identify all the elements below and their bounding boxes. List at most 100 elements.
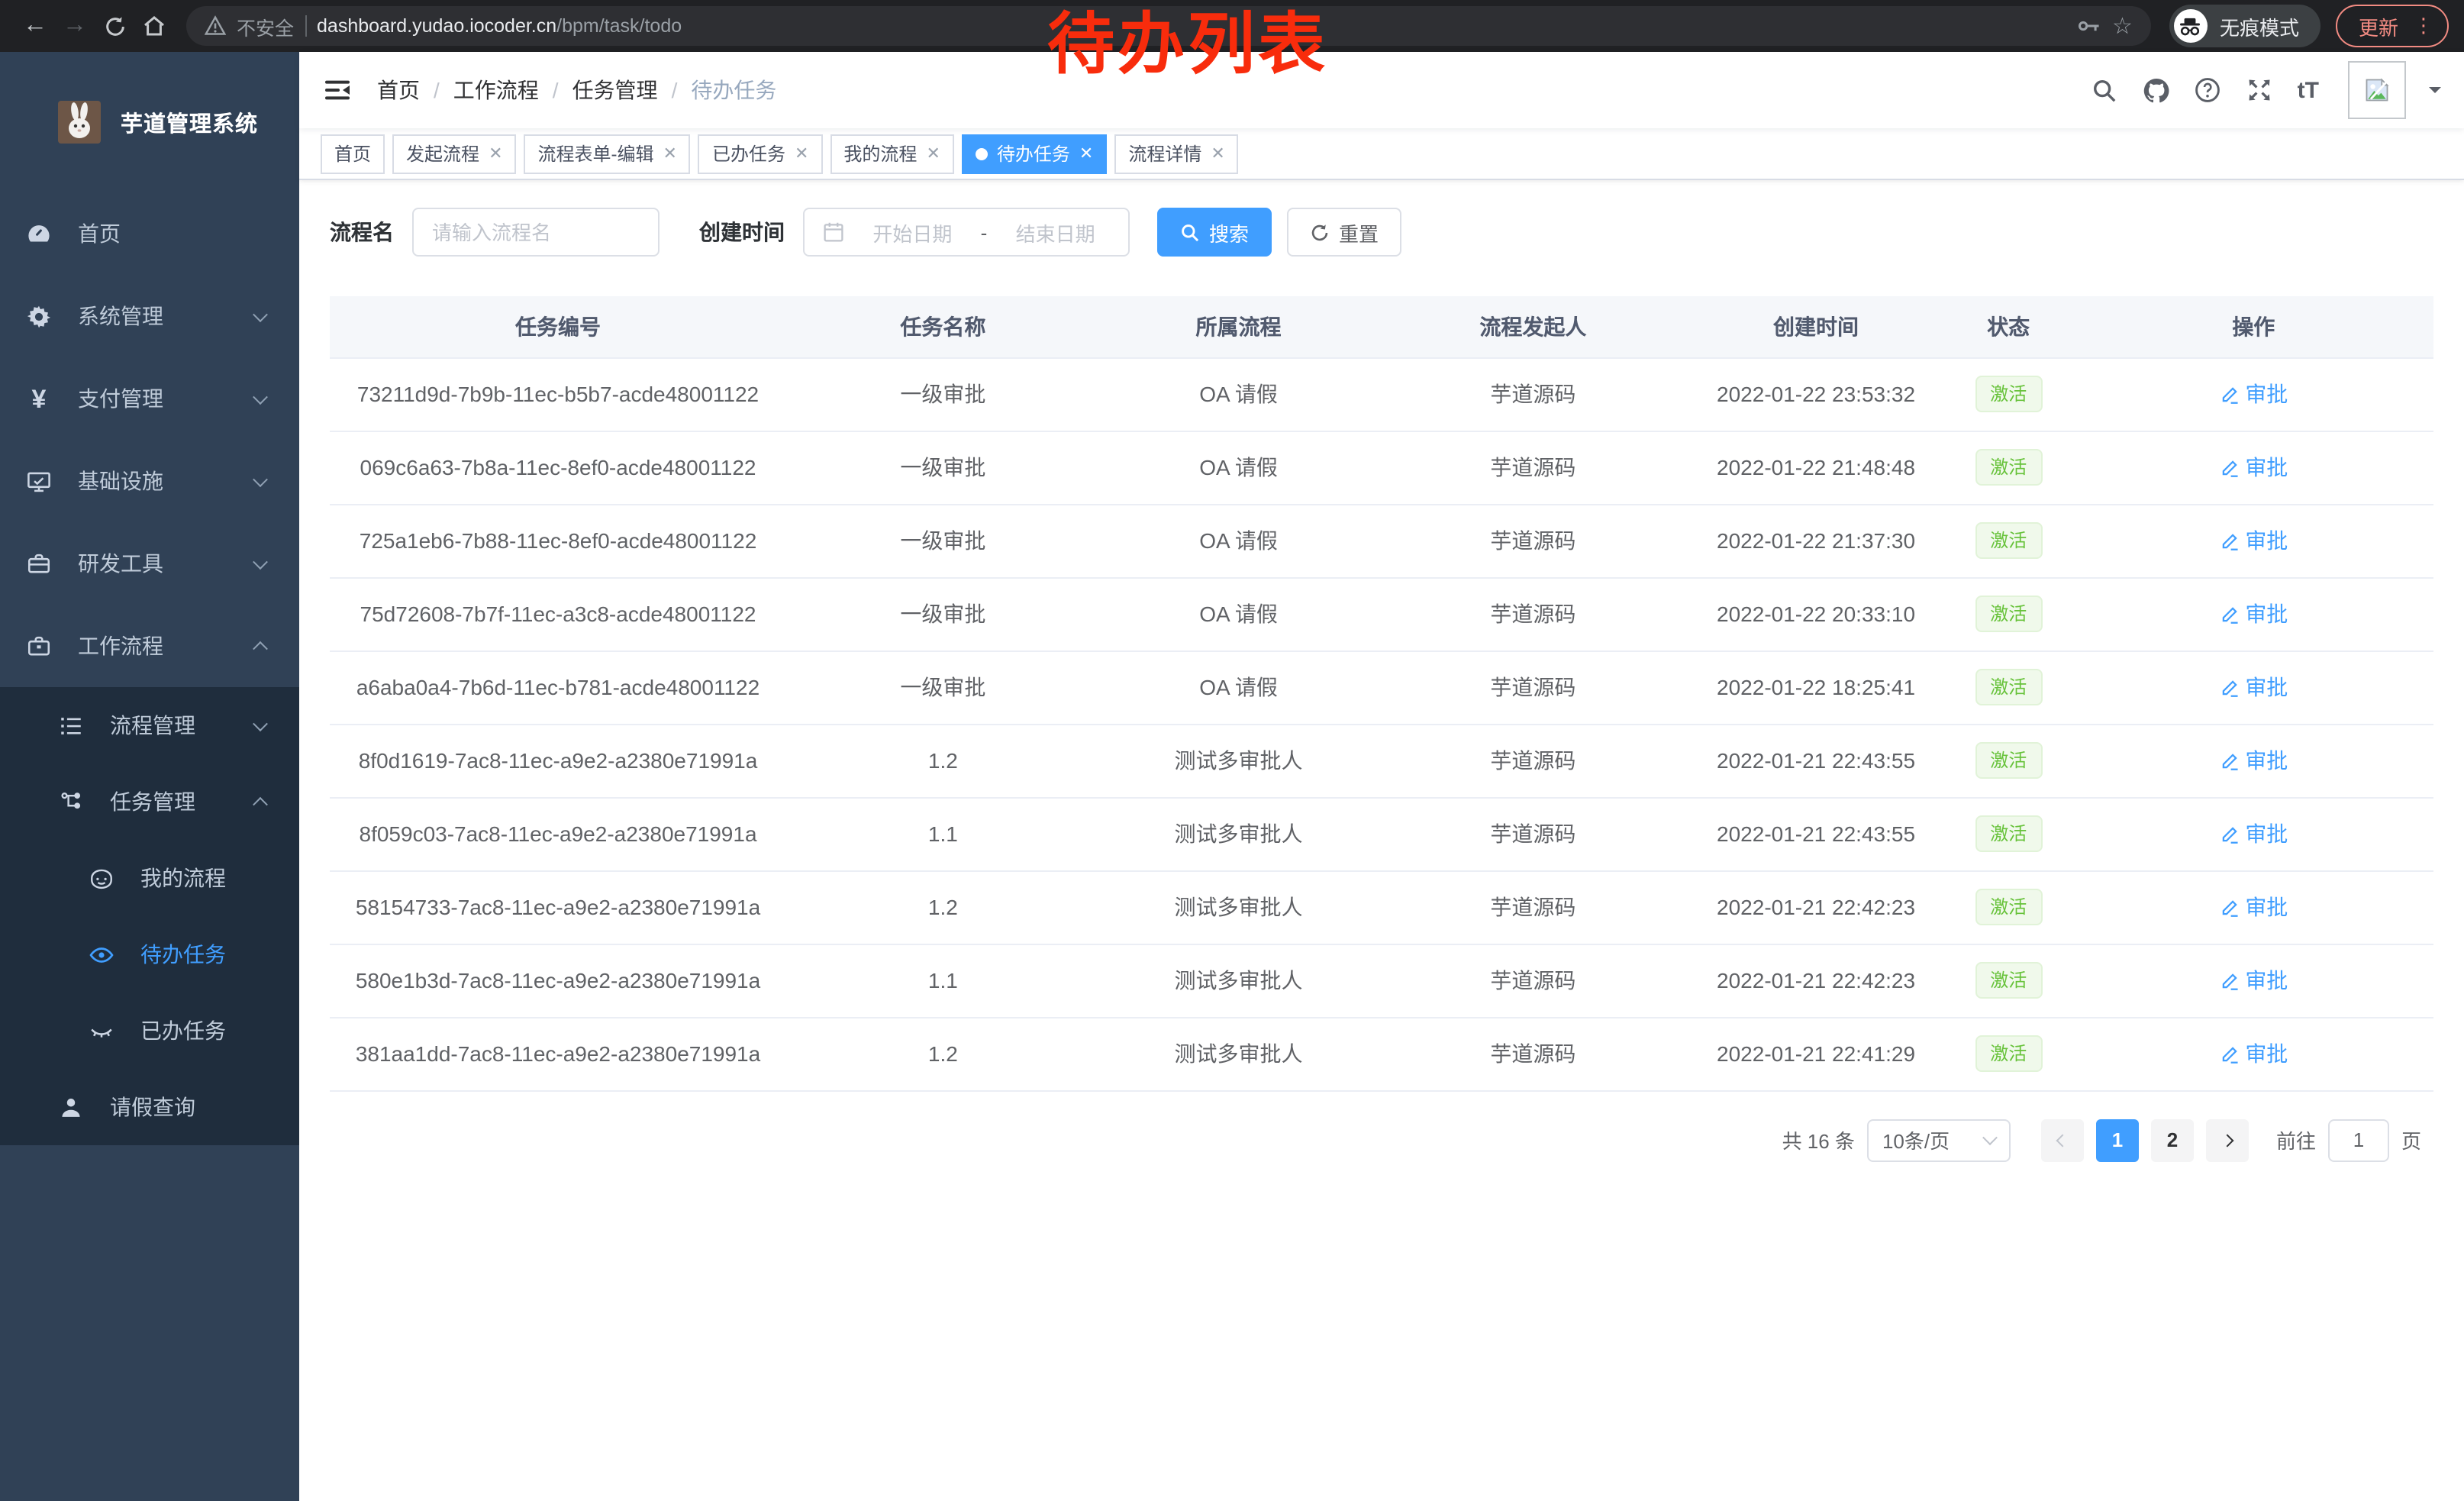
tab-home[interactable]: 首页 <box>321 134 385 173</box>
close-icon[interactable]: ✕ <box>489 144 502 163</box>
status-badge: 激活 <box>1975 522 2042 559</box>
browser-back-icon[interactable]: ← <box>15 6 55 46</box>
close-icon[interactable]: ✕ <box>795 144 808 163</box>
page-size-select[interactable]: 10条/页 <box>1867 1118 2011 1161</box>
security-warning-icon <box>205 15 226 37</box>
edit-pencil-icon <box>2219 531 2239 550</box>
cell-process: 测试多审批人 <box>1100 797 1378 870</box>
browser-update-button[interactable]: 更新 ⋮ <box>2336 5 2449 47</box>
approve-link[interactable]: 审批 <box>2219 745 2288 776</box>
chevron-left-icon <box>2056 1134 2069 1147</box>
browser-toolbar: ← → 不安全 dashboard.yudao.iocoder.cn/bpm/t… <box>0 0 2464 52</box>
cell-process: OA 请假 <box>1100 431 1378 504</box>
start-date-placeholder[interactable]: 开始日期 <box>858 218 967 247</box>
goto-page-input[interactable] <box>2328 1118 2389 1161</box>
breadcrumb-workflow[interactable]: 工作流程 <box>453 75 539 105</box>
cell-created: 2022-01-22 20:33:10 <box>1688 577 1943 650</box>
approve-link[interactable]: 审批 <box>2219 452 2288 483</box>
page-button-1[interactable]: 1 <box>2096 1118 2139 1161</box>
sidebar-item-my-process[interactable]: 我的流程 <box>0 840 299 916</box>
search-button[interactable]: 搜索 <box>1157 208 1272 257</box>
update-label[interactable]: 更新 <box>2359 11 2398 40</box>
page-button-2[interactable]: 2 <box>2151 1118 2194 1161</box>
sidebar-item-payment[interactable]: ¥ 支付管理 <box>0 357 299 440</box>
tab-start-process[interactable]: 发起流程✕ <box>392 134 516 173</box>
help-icon[interactable] <box>2194 76 2223 105</box>
cell-task-name: 1.1 <box>786 944 1100 1017</box>
search-icon[interactable] <box>2090 76 2119 105</box>
breadcrumb-task-mgmt[interactable]: 任务管理 <box>572 75 658 105</box>
approve-link[interactable]: 审批 <box>2219 525 2288 556</box>
edit-pencil-icon <box>2219 457 2239 477</box>
avatar[interactable] <box>2348 61 2406 119</box>
table-row: 069c6a63-7b8a-11ec-8ef0-acde48001122 一级审… <box>330 431 2433 504</box>
tab-todo-task[interactable]: 待办任务✕ <box>962 134 1107 173</box>
status-badge: 激活 <box>1975 889 2042 925</box>
tab-process-form-edit[interactable]: 流程表单-编辑✕ <box>524 134 691 173</box>
close-icon[interactable]: ✕ <box>663 144 677 163</box>
bookmark-star-icon[interactable]: ☆ <box>2112 12 2133 40</box>
sidebar-item-system[interactable]: 系统管理 <box>0 275 299 357</box>
breadcrumb-home[interactable]: 首页 <box>377 75 420 105</box>
prev-page-button[interactable] <box>2041 1118 2084 1161</box>
cell-starter: 芋道源码 <box>1377 1017 1688 1090</box>
calendar-icon <box>823 221 844 243</box>
approve-link[interactable]: 审批 <box>2219 1038 2288 1069</box>
status-badge: 激活 <box>1975 1035 2042 1072</box>
cell-task-name: 一级审批 <box>786 577 1100 650</box>
browser-home-icon[interactable] <box>134 6 174 46</box>
approve-link[interactable]: 审批 <box>2219 892 2288 922</box>
sidebar-item-home[interactable]: 首页 <box>0 192 299 275</box>
col-task-name: 任务名称 <box>786 296 1100 357</box>
browser-reload-icon[interactable] <box>95 6 134 46</box>
cell-process: 测试多审批人 <box>1100 870 1378 944</box>
process-name-input[interactable] <box>432 221 640 244</box>
sidebar-item-infra[interactable]: 基础设施 <box>0 440 299 522</box>
sidebar-item-workflow[interactable]: 工作流程 <box>0 605 299 687</box>
browser-menu-icon[interactable]: ⋮ <box>2414 14 2433 38</box>
divider <box>305 15 306 37</box>
avatar-dropdown-caret-icon[interactable] <box>2429 87 2441 99</box>
close-icon[interactable]: ✕ <box>1079 144 1093 163</box>
approve-link[interactable]: 审批 <box>2219 818 2288 849</box>
sidebar-item-done-task[interactable]: 已办任务 <box>0 993 299 1069</box>
tab-my-process[interactable]: 我的流程✕ <box>830 134 953 173</box>
status-badge: 激活 <box>1975 596 2042 632</box>
security-label[interactable]: 不安全 <box>237 11 294 40</box>
approve-link[interactable]: 审批 <box>2219 379 2288 409</box>
end-date-placeholder[interactable]: 结束日期 <box>1001 218 1110 247</box>
github-icon[interactable] <box>2142 76 2171 105</box>
sidebar-item-todo-task[interactable]: 待办任务 <box>0 916 299 993</box>
cell-starter: 芋道源码 <box>1377 357 1688 431</box>
browser-forward-icon[interactable]: → <box>55 6 95 46</box>
sidebar-item-devtools[interactable]: 研发工具 <box>0 522 299 605</box>
sidebar-item-task-mgmt[interactable]: 任务管理 <box>0 763 299 840</box>
breadcrumb-current: 待办任务 <box>691 75 776 105</box>
date-range-picker[interactable]: 开始日期 - 结束日期 <box>803 208 1130 257</box>
sidebar-item-leave-query[interactable]: 请假查询 <box>0 1069 299 1145</box>
fullscreen-icon[interactable] <box>2246 76 2275 105</box>
password-key-icon[interactable] <box>2077 17 2101 35</box>
sidebar-logo[interactable]: 芋道管理系统 <box>0 52 299 192</box>
url-text[interactable]: dashboard.yudao.iocoder.cn/bpm/task/todo <box>317 15 682 37</box>
tab-process-detail[interactable]: 流程详情✕ <box>1114 134 1238 173</box>
next-page-button[interactable] <box>2206 1118 2249 1161</box>
approve-link[interactable]: 审批 <box>2219 599 2288 629</box>
approve-link[interactable]: 审批 <box>2219 672 2288 702</box>
address-bar[interactable]: 不安全 dashboard.yudao.iocoder.cn/bpm/task/… <box>186 6 2151 46</box>
cell-task-id: 381aa1dd-7ac8-11ec-a9e2-a2380e71991a <box>330 1017 786 1090</box>
cell-task-name: 1.1 <box>786 797 1100 870</box>
close-icon[interactable]: ✕ <box>926 144 940 163</box>
sidebar-collapse-icon[interactable] <box>322 75 353 105</box>
close-icon[interactable]: ✕ <box>1211 144 1224 163</box>
toolbox-icon <box>26 550 52 576</box>
font-size-icon[interactable]: tT <box>2298 77 2319 103</box>
tab-done-task[interactable]: 已办任务✕ <box>698 134 822 173</box>
approve-link[interactable]: 审批 <box>2219 965 2288 996</box>
reset-button[interactable]: 重置 <box>1287 208 1401 257</box>
table-header-row: 任务编号 任务名称 所属流程 流程发起人 创建时间 状态 操作 <box>330 296 2433 357</box>
incognito-badge: 无痕模式 <box>2169 5 2320 47</box>
sidebar-item-process-mgmt[interactable]: 流程管理 <box>0 687 299 763</box>
cell-created: 2022-01-21 22:41:29 <box>1688 1017 1943 1090</box>
col-status: 状态 <box>1943 296 2074 357</box>
